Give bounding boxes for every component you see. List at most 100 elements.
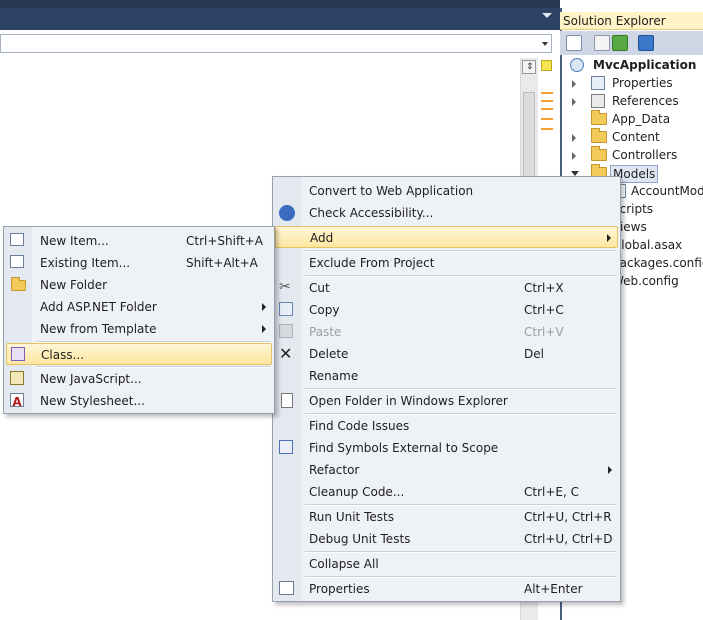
open-folder-icon (281, 393, 293, 408)
menu-item-shortcut: Ctrl+U, Ctrl+D (524, 532, 613, 546)
menu-item-label: Cleanup Code... (309, 485, 405, 499)
menu-item-rename[interactable]: Rename (275, 365, 618, 387)
menu-item-shortcut: Del (524, 347, 544, 361)
menu-item-delete[interactable]: ✕ Delete Del (275, 343, 618, 365)
submenu-item-class[interactable]: Class... (6, 343, 272, 365)
overview-mark[interactable] (541, 108, 553, 110)
context-menu: Convert to Web Application Check Accessi… (272, 176, 621, 602)
menu-item-debug-unit-tests[interactable]: Debug Unit Tests Ctrl+U, Ctrl+D (275, 528, 618, 550)
menu-item-label: Find Symbols External to Scope (309, 441, 499, 455)
tree-item-properties[interactable]: Properties (562, 74, 703, 92)
tree-item-label: References (612, 94, 679, 108)
find-symbols-icon (279, 440, 293, 454)
web-project-icon (570, 58, 584, 72)
menu-item-properties[interactable]: Properties Alt+Enter (275, 578, 618, 600)
menu-item-label: Add ASP.NET Folder (40, 300, 157, 314)
menu-item-shortcut: Alt+Enter (524, 582, 583, 596)
menu-item-label: New Folder (40, 278, 108, 292)
class-icon (11, 347, 25, 361)
refresh-icon[interactable] (612, 35, 628, 51)
tree-item-label: packages.config (612, 256, 703, 270)
menu-item-label: Class... (41, 348, 85, 362)
expand-arrow-icon[interactable] (572, 80, 576, 88)
menu-item-convert-to-web-application[interactable]: Convert to Web Application (275, 180, 618, 202)
delete-x-icon: ✕ (279, 344, 293, 363)
expand-arrow-icon[interactable] (572, 98, 576, 106)
properties-icon[interactable] (566, 35, 582, 51)
menu-item-check-accessibility[interactable]: Check Accessibility... (275, 202, 618, 224)
tree-item-label: Properties (612, 76, 673, 90)
chevron-down-icon (542, 42, 548, 46)
title-strip (0, 0, 560, 8)
menu-item-label: Add (310, 231, 334, 245)
expand-arrow-icon[interactable] (572, 134, 576, 142)
tree-item-project[interactable]: MvcApplication (562, 56, 703, 74)
overview-mark[interactable] (541, 118, 553, 120)
add-submenu: New Item... Ctrl+Shift+A Existing Item..… (3, 226, 275, 414)
overview-mark[interactable] (541, 92, 553, 94)
tree-item-content[interactable]: Content (562, 128, 703, 146)
menu-item-label: Delete (309, 347, 349, 361)
menu-item-add[interactable]: Add (275, 226, 618, 248)
menu-item-paste[interactable]: Paste Ctrl+V (275, 321, 618, 343)
menu-item-cleanup-code[interactable]: Cleanup Code... Ctrl+E, C (275, 481, 618, 503)
menu-item-shortcut: Ctrl+X (524, 281, 564, 295)
submenu-item-add-aspnet-folder[interactable]: Add ASP.NET Folder (6, 296, 272, 318)
menu-item-copy[interactable]: Copy Ctrl+C (275, 299, 618, 321)
overview-mark[interactable] (541, 100, 553, 102)
submenu-arrow-icon (262, 303, 266, 311)
submenu-item-existing-item[interactable]: Existing Item... Shift+Alt+A (6, 252, 272, 274)
menu-item-find-code-issues[interactable]: Find Code Issues (275, 415, 618, 437)
new-folder-icon (11, 277, 26, 291)
submenu-item-new-folder[interactable]: New Folder (6, 274, 272, 296)
navigation-dropdown[interactable] (0, 34, 552, 53)
document-tab-row (0, 8, 560, 30)
submenu-item-new-javascript[interactable]: New JavaScript... (6, 368, 272, 390)
menu-item-cut[interactable]: ✂ Cut Ctrl+X (275, 277, 618, 299)
menu-item-label: New Stylesheet... (40, 394, 145, 408)
existing-item-icon (10, 255, 24, 268)
menu-item-collapse-all[interactable]: Collapse All (275, 553, 618, 575)
menu-item-label: Convert to Web Application (309, 184, 474, 198)
scrollbar-thumb[interactable] (523, 92, 535, 182)
menu-item-run-unit-tests[interactable]: Run Unit Tests Ctrl+U, Ctrl+R (275, 506, 618, 528)
file-status-marker-icon[interactable] (541, 60, 552, 71)
menu-item-find-symbols-external[interactable]: Find Symbols External to Scope (275, 437, 618, 459)
tree-item-controllers[interactable]: Controllers (562, 146, 703, 164)
tree-item-label: Global.asax (612, 238, 683, 252)
split-icon: ⇕ (526, 62, 534, 72)
split-window-handle[interactable]: ⇕ (522, 60, 536, 74)
tree-item-label: Content (612, 130, 660, 144)
menu-item-shortcut: Shift+Alt+A (186, 256, 258, 270)
tree-item-references[interactable]: References (562, 92, 703, 110)
project-name: MvcApplication (593, 58, 697, 72)
menu-item-label: Check Accessibility... (309, 206, 434, 220)
overview-mark[interactable] (541, 128, 553, 130)
tab-list-dropdown-icon[interactable] (542, 13, 552, 18)
paste-icon (279, 324, 293, 338)
menu-item-refactor[interactable]: Refactor (275, 459, 618, 481)
menu-item-label: Properties (309, 582, 370, 596)
expand-arrow-icon[interactable] (572, 152, 576, 160)
class-diagram-icon[interactable] (638, 35, 654, 51)
menu-item-label: Paste (309, 325, 342, 339)
menu-item-shortcut: Ctrl+C (524, 303, 564, 317)
menu-item-shortcut: Ctrl+Shift+A (186, 234, 263, 248)
tree-item-app-data[interactable]: App_Data (562, 110, 703, 128)
menu-item-exclude-from-project[interactable]: Exclude From Project (275, 252, 618, 274)
menu-item-label: Collapse All (309, 557, 379, 571)
submenu-item-new-item[interactable]: New Item... Ctrl+Shift+A (6, 230, 272, 252)
menu-item-label: New from Template (40, 322, 157, 336)
tree-item-label: Web.config (612, 274, 679, 288)
folder-icon (591, 110, 607, 125)
accessibility-icon (279, 205, 295, 221)
submenu-item-new-stylesheet[interactable]: A New Stylesheet... (6, 390, 272, 412)
submenu-item-new-from-template[interactable]: New from Template (6, 318, 272, 340)
menu-item-open-folder-in-explorer[interactable]: Open Folder in Windows Explorer (275, 390, 618, 412)
scissors-icon: ✂ (279, 279, 291, 295)
menu-item-label: Refactor (309, 463, 360, 477)
menu-item-label: Rename (309, 369, 359, 383)
menu-item-label: Debug Unit Tests (309, 532, 411, 546)
show-all-files-icon[interactable] (594, 35, 610, 51)
menu-item-label: New JavaScript... (40, 372, 142, 386)
